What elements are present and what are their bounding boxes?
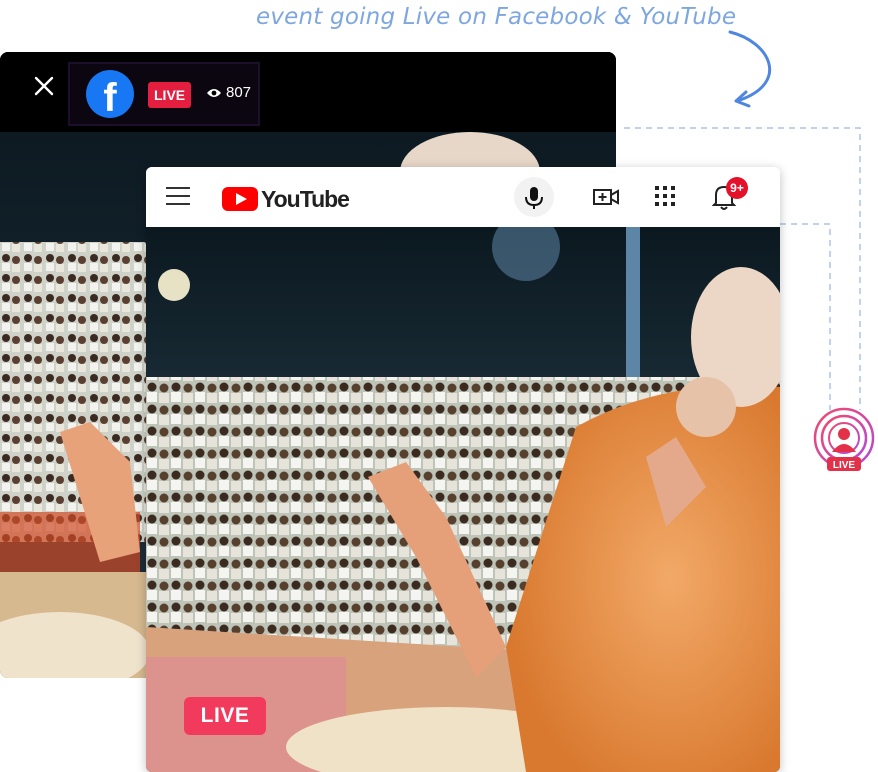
- youtube-live-badge: LIVE: [184, 697, 266, 735]
- curved-arrow-icon: [728, 30, 772, 108]
- viewer-count-value: 807: [226, 84, 252, 101]
- youtube-live-window: YouTube 9+ LIVE: [146, 167, 780, 772]
- youtube-play-icon[interactable]: [222, 187, 258, 211]
- youtube-wordmark[interactable]: YouTube: [261, 186, 350, 213]
- facebook-logo-icon: f: [86, 70, 134, 118]
- youtube-header: YouTube 9+: [146, 167, 780, 227]
- close-icon[interactable]: [32, 74, 56, 98]
- youtube-video-frame[interactable]: [146, 213, 780, 772]
- notification-count-badge: 9+: [726, 177, 748, 199]
- create-video-icon[interactable]: [592, 185, 620, 209]
- live-icon-label: LIVE: [833, 460, 856, 471]
- mic-icon[interactable]: [514, 177, 554, 217]
- facebook-top-bar: f LIVE 807: [0, 52, 616, 132]
- menu-icon[interactable]: [166, 187, 190, 207]
- facebook-stream-info: f LIVE 807: [68, 62, 260, 126]
- facebook-viewer-count: 807: [206, 84, 251, 101]
- eye-icon: [207, 88, 221, 97]
- caption-text: event going Live on Facebook & YouTube: [256, 4, 737, 30]
- live-broadcast-icon: LIVE: [813, 407, 875, 471]
- apps-grid-icon[interactable]: [654, 185, 676, 207]
- facebook-live-badge: LIVE: [148, 82, 192, 108]
